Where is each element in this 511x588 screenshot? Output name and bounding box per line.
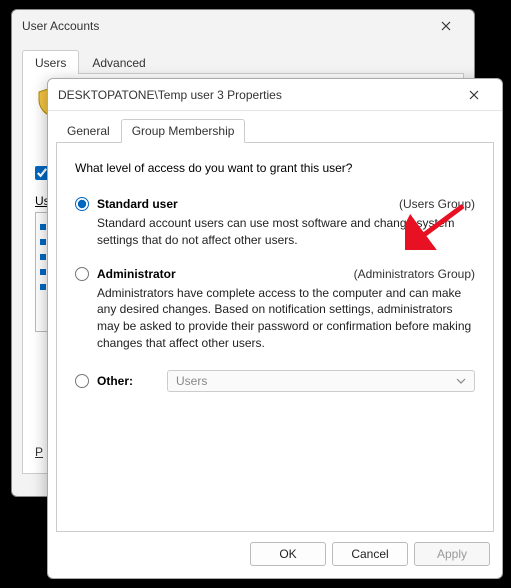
access-prompt: What level of access do you want to gran… bbox=[75, 161, 475, 175]
administrator-group: (Administrators Group) bbox=[354, 267, 475, 281]
chevron-down-icon bbox=[456, 376, 466, 386]
close-button[interactable] bbox=[456, 81, 492, 109]
window-body: General Group Membership What level of a… bbox=[48, 111, 502, 578]
other-group-select[interactable]: Users bbox=[167, 370, 475, 392]
window-title: User Accounts bbox=[22, 19, 428, 33]
administrator-radio[interactable] bbox=[75, 267, 89, 281]
option-standard-user[interactable]: Standard user (Users Group) bbox=[75, 197, 475, 211]
standard-user-description: Standard account users can use most soft… bbox=[97, 215, 475, 249]
option-other[interactable]: Other: Users bbox=[75, 370, 475, 392]
tabstrip: Users Advanced bbox=[22, 50, 464, 74]
list-item[interactable] bbox=[40, 239, 46, 245]
window-title: DESKTOPATONE\Temp user 3 Properties bbox=[58, 88, 456, 102]
tab-advanced[interactable]: Advanced bbox=[79, 50, 158, 74]
other-label: Other: bbox=[97, 374, 133, 388]
properties-window: DESKTOPATONE\Temp user 3 Properties Gene… bbox=[47, 78, 503, 579]
titlebar: User Accounts bbox=[12, 10, 474, 42]
list-item[interactable] bbox=[40, 269, 46, 275]
standard-user-label: Standard user bbox=[97, 197, 178, 211]
list-item[interactable] bbox=[40, 254, 46, 260]
password-section-label: P bbox=[35, 445, 43, 459]
tabstrip: General Group Membership bbox=[56, 119, 494, 143]
tab-general[interactable]: General bbox=[56, 119, 121, 143]
tab-users[interactable]: Users bbox=[22, 50, 79, 74]
close-icon bbox=[469, 90, 479, 100]
cancel-button[interactable]: Cancel bbox=[332, 542, 408, 566]
apply-button[interactable]: Apply bbox=[414, 542, 490, 566]
ok-button[interactable]: OK bbox=[250, 542, 326, 566]
administrator-label: Administrator bbox=[97, 267, 176, 281]
close-button[interactable] bbox=[428, 12, 464, 40]
list-item[interactable] bbox=[40, 224, 46, 230]
other-radio[interactable] bbox=[75, 374, 89, 388]
titlebar: DESKTOPATONE\Temp user 3 Properties bbox=[48, 79, 502, 111]
tab-content: What level of access do you want to gran… bbox=[56, 143, 494, 532]
option-administrator[interactable]: Administrator (Administrators Group) bbox=[75, 267, 475, 281]
tab-group-membership[interactable]: Group Membership bbox=[121, 119, 246, 143]
close-icon bbox=[441, 21, 451, 31]
list-item[interactable] bbox=[40, 284, 46, 290]
standard-user-radio[interactable] bbox=[75, 197, 89, 211]
dialog-buttons: OK Cancel Apply bbox=[56, 532, 494, 568]
other-group-selected: Users bbox=[176, 374, 207, 388]
standard-user-group: (Users Group) bbox=[399, 197, 475, 211]
administrator-description: Administrators have complete access to t… bbox=[97, 285, 475, 352]
